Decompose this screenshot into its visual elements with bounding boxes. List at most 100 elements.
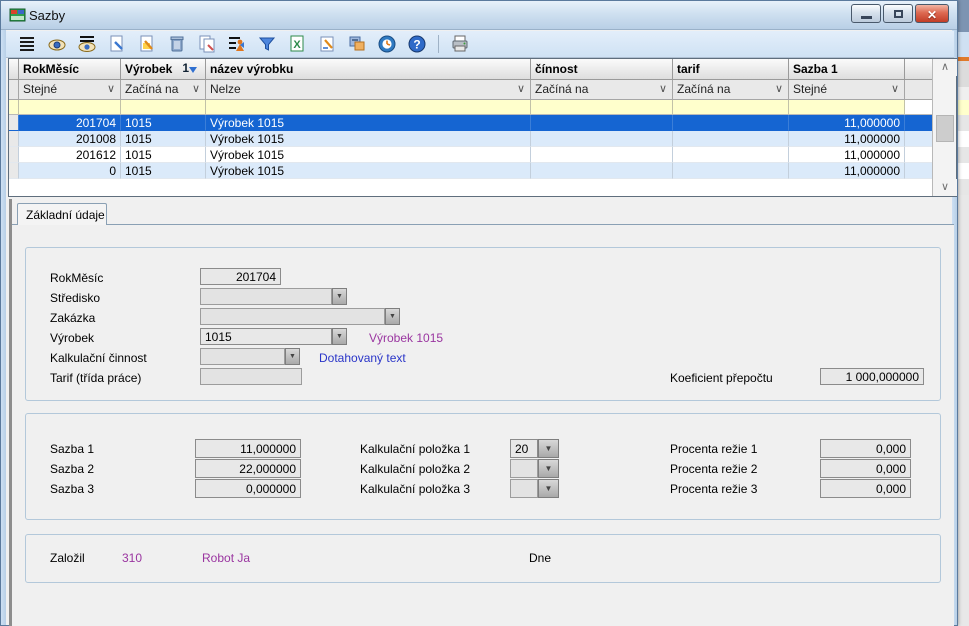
filter-input-sazba1[interactable] <box>789 100 905 115</box>
koeficient-field[interactable]: 1 000,000000 <box>820 368 924 385</box>
filter-input-cinnost[interactable] <box>531 100 673 115</box>
column-header-vyrobek[interactable]: Výrobek 1 <box>121 59 206 80</box>
minimize-button[interactable] <box>851 4 881 23</box>
svg-text:X: X <box>293 39 301 51</box>
cell-rokmesic[interactable]: 201008 <box>19 131 121 147</box>
grid-vertical-scrollbar[interactable]: ∧ ∨ <box>932 59 956 196</box>
chevron-down-icon[interactable]: ∨ <box>775 82 783 95</box>
filter-input-vyrobek[interactable] <box>121 100 206 115</box>
cell-vyrobek[interactable]: 1015 <box>121 147 206 163</box>
polozka2-field[interactable] <box>510 459 538 478</box>
scroll-up-arrow-icon[interactable]: ∧ <box>933 59 957 76</box>
zakazka-dropdown-button[interactable]: ▼ <box>385 308 400 325</box>
sazba3-field[interactable]: 0,000000 <box>195 479 301 498</box>
new-record-button[interactable] <box>106 33 128 55</box>
cell-tarif[interactable] <box>673 115 789 131</box>
cell-vyrobek[interactable]: 1015 <box>121 131 206 147</box>
column-header-tarif[interactable]: tarif <box>673 59 789 80</box>
tarif-field[interactable] <box>200 368 302 385</box>
filter-input-nazev[interactable] <box>206 100 531 115</box>
maximize-button[interactable] <box>883 4 913 23</box>
notes-button[interactable] <box>316 33 338 55</box>
stredisko-field[interactable] <box>200 288 332 305</box>
close-button[interactable]: ✕ <box>915 4 949 23</box>
special-filter-button[interactable] <box>226 33 248 55</box>
column-header-sazba1[interactable]: Sazba 1 <box>789 59 905 80</box>
delete-record-button[interactable] <box>166 33 188 55</box>
table-row[interactable]: 201704 1015 Výrobek 1015 11,000000 <box>9 115 956 131</box>
view-button[interactable] <box>46 33 68 55</box>
rezie2-field[interactable]: 0,000 <box>820 459 911 478</box>
scroll-down-arrow-icon[interactable]: ∨ <box>933 179 957 196</box>
cell-sazba1[interactable]: 11,000000 <box>789 147 905 163</box>
copy-record-button[interactable] <box>196 33 218 55</box>
cell-nazev[interactable]: Výrobek 1015 <box>206 115 531 131</box>
column-header-cinnost[interactable]: čínnost <box>531 59 673 80</box>
cell-rokmesic[interactable]: 0 <box>19 163 121 179</box>
filter-operator-rokmesic[interactable]: Stejné∨ <box>19 80 121 100</box>
chevron-down-icon[interactable]: ∨ <box>517 82 525 95</box>
chevron-down-icon[interactable]: ∨ <box>659 82 667 95</box>
filter-operator-sazba1[interactable]: Stejné∨ <box>789 80 905 100</box>
cell-tarif[interactable] <box>673 147 789 163</box>
cell-rokmesic[interactable]: 201704 <box>19 115 121 131</box>
kalkulacni-cinnost-field[interactable] <box>200 348 285 365</box>
zakazka-field[interactable] <box>200 308 385 325</box>
cell-rokmesic[interactable]: 201612 <box>19 147 121 163</box>
chevron-down-icon[interactable]: ∨ <box>192 82 200 95</box>
help-button[interactable]: ? <box>406 33 428 55</box>
filter-operator-nazev[interactable]: Nelze∨ <box>206 80 531 100</box>
rezie1-field[interactable]: 0,000 <box>820 439 911 458</box>
table-row[interactable]: 201612 1015 Výrobek 1015 11,000000 <box>9 147 956 163</box>
edit-record-button[interactable] <box>136 33 158 55</box>
cell-nazev[interactable]: Výrobek 1015 <box>206 163 531 179</box>
filter-button[interactable] <box>256 33 278 55</box>
browse-list-button[interactable] <box>16 33 38 55</box>
vyrobek-field[interactable]: 1015 <box>200 328 332 345</box>
cell-tarif[interactable] <box>673 163 789 179</box>
tab-zakladni-udaje[interactable]: Základní údaje <box>17 203 107 225</box>
cell-nazev[interactable]: Výrobek 1015 <box>206 131 531 147</box>
polozka1-field[interactable]: 20 <box>510 439 538 458</box>
view-detail-button[interactable] <box>76 33 98 55</box>
cell-sazba1[interactable]: 11,000000 <box>789 163 905 179</box>
filter-input-rokmesic[interactable] <box>19 100 121 115</box>
table-row[interactable]: 201008 1015 Výrobek 1015 11,000000 <box>9 131 956 147</box>
cell-cinnost[interactable] <box>531 147 673 163</box>
sazba1-field[interactable]: 11,000000 <box>195 439 301 458</box>
cell-vyrobek[interactable]: 1015 <box>121 115 206 131</box>
rezie3-field[interactable]: 0,000 <box>820 479 911 498</box>
refresh-timer-button[interactable] <box>376 33 398 55</box>
chevron-down-icon[interactable]: ∨ <box>891 82 899 95</box>
polozka2-dropdown-button[interactable]: ▼ <box>538 459 559 478</box>
polozka3-dropdown-button[interactable]: ▼ <box>538 479 559 498</box>
sazba2-field[interactable]: 22,000000 <box>195 459 301 478</box>
print-button[interactable] <box>449 33 471 55</box>
column-header-rokmesic[interactable]: RokMěsíc <box>19 59 121 80</box>
kalkulacni-cinnost-dropdown-button[interactable]: ▼ <box>285 348 300 365</box>
table-row[interactable]: 0 1015 Výrobek 1015 11,000000 <box>9 163 956 179</box>
cell-tarif[interactable] <box>673 131 789 147</box>
cell-nazev[interactable]: Výrobek 1015 <box>206 147 531 163</box>
filter-input-tarif[interactable] <box>673 100 789 115</box>
column-header-nazev-vyrobku[interactable]: název výrobku <box>206 59 531 80</box>
filter-operator-tarif[interactable]: Začíná na∨ <box>673 80 789 100</box>
cell-sazba1[interactable]: 11,000000 <box>789 131 905 147</box>
filter-operator-vyrobek[interactable]: Začíná na∨ <box>121 80 206 100</box>
chevron-down-icon[interactable]: ∨ <box>107 82 115 95</box>
export-excel-button[interactable]: X <box>286 33 308 55</box>
cell-vyrobek[interactable]: 1015 <box>121 163 206 179</box>
cell-cinnost[interactable] <box>531 163 673 179</box>
print-transfer-button[interactable] <box>346 33 368 55</box>
cell-sazba1[interactable]: 11,000000 <box>789 115 905 131</box>
scrollbar-thumb[interactable] <box>936 115 954 142</box>
cell-cinnost[interactable] <box>531 131 673 147</box>
stredisko-dropdown-button[interactable]: ▼ <box>332 288 347 305</box>
vyrobek-dropdown-button[interactable]: ▼ <box>332 328 347 345</box>
cell-cinnost[interactable] <box>531 115 673 131</box>
polozka1-dropdown-button[interactable]: ▼ <box>538 439 559 458</box>
rokmesic-field[interactable]: 201704 <box>200 268 281 285</box>
title-bar[interactable]: Sazby ✕ <box>1 1 957 30</box>
polozka3-field[interactable] <box>510 479 538 498</box>
filter-operator-cinnost[interactable]: Začíná na∨ <box>531 80 673 100</box>
